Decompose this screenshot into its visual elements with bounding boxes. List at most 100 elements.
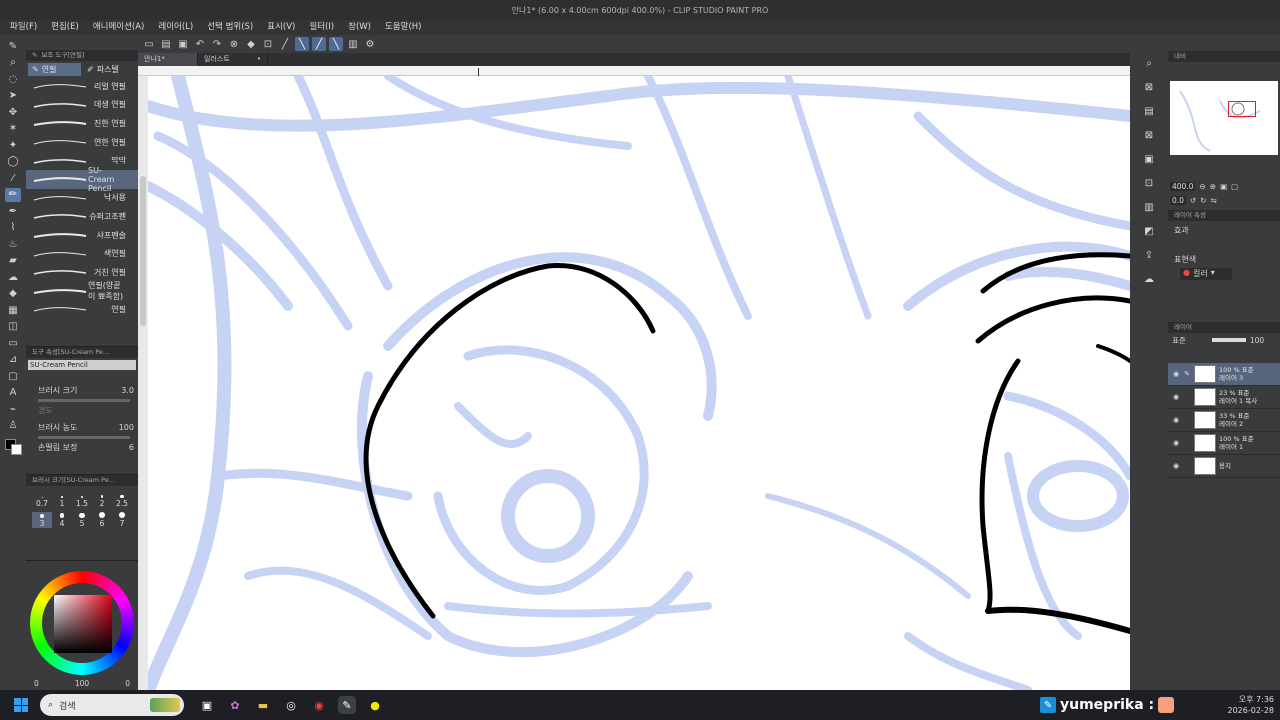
brush-size-value[interactable]: 3.0 bbox=[121, 386, 134, 395]
brush-item[interactable]: 연필(양끝이 뾰족함) bbox=[26, 281, 138, 301]
density-row[interactable]: 브러시 농도 100 bbox=[26, 419, 138, 436]
layer-row[interactable]: ◉ 용지 bbox=[1168, 455, 1280, 478]
flip-icon[interactable]: ⇋ bbox=[1211, 196, 1217, 205]
brush-size-option[interactable]: 2.5 bbox=[112, 492, 132, 508]
kakaotalk-icon[interactable]: ● bbox=[366, 696, 384, 714]
snap-grid-icon[interactable]: ╱ bbox=[312, 37, 326, 51]
zoom-out-icon[interactable]: ⊖ bbox=[1199, 182, 1205, 191]
menu-layer[interactable]: 레이어(L) bbox=[158, 20, 193, 35]
brush-item[interactable]: SU-Cream Pencil bbox=[26, 166, 138, 193]
layer-icon[interactable]: ▥ bbox=[346, 37, 360, 51]
figure-icon[interactable]: ◫ bbox=[5, 320, 21, 335]
fit-icon[interactable]: ▣ bbox=[1220, 182, 1227, 191]
search-icon[interactable]: ⌕ bbox=[1142, 55, 1156, 71]
brush-size-option[interactable]: 6 bbox=[92, 512, 112, 528]
brush-icon[interactable]: ⌇ bbox=[5, 221, 21, 236]
visibility-eye-icon[interactable]: ◉ bbox=[1172, 393, 1180, 401]
brush-size-option[interactable]: 5 bbox=[72, 512, 92, 528]
zoom-icon[interactable]: ⌕ bbox=[5, 56, 21, 71]
menu-selection[interactable]: 선택 범위(S) bbox=[207, 20, 253, 35]
brush-item[interactable]: 색연필 bbox=[26, 244, 138, 263]
snap-ruler-icon[interactable]: ╱ bbox=[278, 37, 292, 51]
layer-opacity[interactable]: 100 bbox=[1250, 336, 1264, 345]
chrome-icon[interactable]: ◉ bbox=[310, 696, 328, 714]
opacity-slider[interactable] bbox=[1211, 338, 1246, 342]
brush-item[interactable]: 슈퍼고조펜 bbox=[26, 207, 138, 226]
selection-icon[interactable]: ◯ bbox=[5, 155, 21, 170]
browser-icon[interactable]: ◎ bbox=[282, 696, 300, 714]
text-icon[interactable]: A bbox=[5, 386, 21, 401]
brush-item[interactable]: 거친 연필 bbox=[26, 263, 138, 282]
brush-size-option[interactable]: 3 bbox=[32, 512, 52, 528]
tab-pencil[interactable]: ✎ 연필 bbox=[28, 63, 81, 76]
tab-document-1[interactable]: 안나1* bbox=[138, 53, 198, 66]
export-icon[interactable]: ⇪ bbox=[1142, 247, 1156, 263]
navigator-viewport[interactable] bbox=[1228, 101, 1256, 117]
drawing-canvas[interactable] bbox=[148, 76, 1130, 690]
saturation-value-square[interactable] bbox=[54, 595, 112, 653]
layer-mask-icon[interactable]: ◩ bbox=[1142, 223, 1156, 239]
layer-row[interactable]: ◉ 33 % 표준 레이어 2 bbox=[1168, 409, 1280, 432]
copy-icon[interactable]: ▤ bbox=[1142, 103, 1156, 119]
menu-file[interactable]: 파일(F) bbox=[10, 20, 37, 35]
brush-size-option[interactable]: 4 bbox=[52, 512, 72, 528]
menu-window[interactable]: 창(W) bbox=[348, 20, 371, 35]
transform-icon[interactable]: ⊡ bbox=[1142, 175, 1156, 191]
stabilization-row[interactable]: 손떨림 보정 6 bbox=[26, 439, 138, 456]
system-clock[interactable]: 오후 7:36 2026-02-28 bbox=[1222, 694, 1275, 716]
rotate-left-icon[interactable]: ↺ bbox=[1190, 196, 1196, 205]
operation-icon[interactable]: ➤ bbox=[5, 89, 21, 104]
navigator-thumbnail[interactable] bbox=[1170, 81, 1278, 155]
blend-mode[interactable]: 표준 bbox=[1172, 335, 1186, 346]
density-value[interactable]: 100 bbox=[119, 423, 134, 432]
brush-size-option[interactable]: 2 bbox=[92, 492, 112, 508]
brush-size-option[interactable]: 7 bbox=[112, 512, 132, 528]
airbrush-icon[interactable]: ♨ bbox=[5, 237, 21, 252]
visibility-eye-icon[interactable]: ◉ bbox=[1172, 462, 1180, 470]
expression-dropdown[interactable]: ● 컬러 ▾ bbox=[1180, 268, 1232, 280]
eyedropper-icon[interactable]: ⁄ bbox=[5, 171, 21, 186]
transform-icon[interactable]: ⊡ bbox=[261, 37, 275, 51]
vertical-scrollbar[interactable] bbox=[138, 76, 148, 690]
delete-icon[interactable]: ⊠ bbox=[1142, 127, 1156, 143]
brush-size-option[interactable]: 0.7 bbox=[32, 492, 52, 508]
layer-row[interactable]: ◉ 23 % 표준 레이어 1 복사 bbox=[1168, 386, 1280, 409]
layer-row[interactable]: ◉ ✎ 100 % 표준 레이어 3 bbox=[1168, 363, 1280, 386]
open-icon[interactable]: ▤ bbox=[159, 37, 173, 51]
file-explorer-icon[interactable]: ▬ bbox=[254, 696, 272, 714]
close-icon[interactable]: • bbox=[257, 53, 261, 66]
lock-icon[interactable]: ✎ bbox=[1183, 370, 1191, 378]
menu-view[interactable]: 표시(V) bbox=[267, 20, 295, 35]
tab-pastel[interactable]: ✐ 파스텔 bbox=[83, 63, 136, 76]
copilot-icon[interactable]: ✿ bbox=[226, 696, 244, 714]
lasso-icon[interactable]: ◌ bbox=[5, 72, 21, 87]
stabilization-value[interactable]: 6 bbox=[129, 443, 134, 452]
brush-size-option[interactable]: 1.5 bbox=[72, 492, 92, 508]
eraser-icon[interactable]: ▰ bbox=[5, 254, 21, 269]
save-icon[interactable]: ▣ bbox=[176, 37, 190, 51]
menu-animation[interactable]: 애니메이션(A) bbox=[93, 20, 145, 35]
zoom-value[interactable]: 400.0 bbox=[1170, 181, 1196, 191]
redo-icon[interactable]: ↷ bbox=[210, 37, 224, 51]
auto-select-icon[interactable]: ✦ bbox=[5, 138, 21, 153]
fill-icon[interactable]: ◆ bbox=[5, 287, 21, 302]
close-layer-icon[interactable]: ⊠ bbox=[1142, 79, 1156, 95]
stamp-icon[interactable]: ♙ bbox=[5, 419, 21, 434]
balloon-icon[interactable]: ▢ bbox=[5, 369, 21, 384]
brush-item[interactable]: 연한 연필 bbox=[26, 133, 138, 152]
brush-size-option[interactable]: 1 bbox=[52, 492, 72, 508]
pen-icon[interactable]: ✒ bbox=[5, 204, 21, 219]
brush-item[interactable]: 리얼 연필 bbox=[26, 77, 138, 96]
rotate-right-icon[interactable]: ↻ bbox=[1200, 196, 1206, 205]
windows-start-icon[interactable] bbox=[14, 698, 28, 712]
clip-studio-icon[interactable]: ✎ bbox=[338, 696, 356, 714]
brush-item[interactable]: 연필 bbox=[26, 300, 138, 319]
brush-item[interactable]: 데생 연필 bbox=[26, 96, 138, 115]
brush-item[interactable]: 샤프펜슬 bbox=[26, 226, 138, 245]
rotation-value[interactable]: 0.0 bbox=[1170, 195, 1186, 205]
fill-icon[interactable]: ◆ bbox=[244, 37, 258, 51]
hardness-row[interactable]: 경도 bbox=[26, 402, 138, 419]
tab-document-2[interactable]: 일러스트2* • bbox=[198, 53, 268, 76]
pencil-icon[interactable]: ✏ bbox=[5, 187, 21, 202]
merge-icon[interactable]: ▥ bbox=[1142, 199, 1156, 215]
